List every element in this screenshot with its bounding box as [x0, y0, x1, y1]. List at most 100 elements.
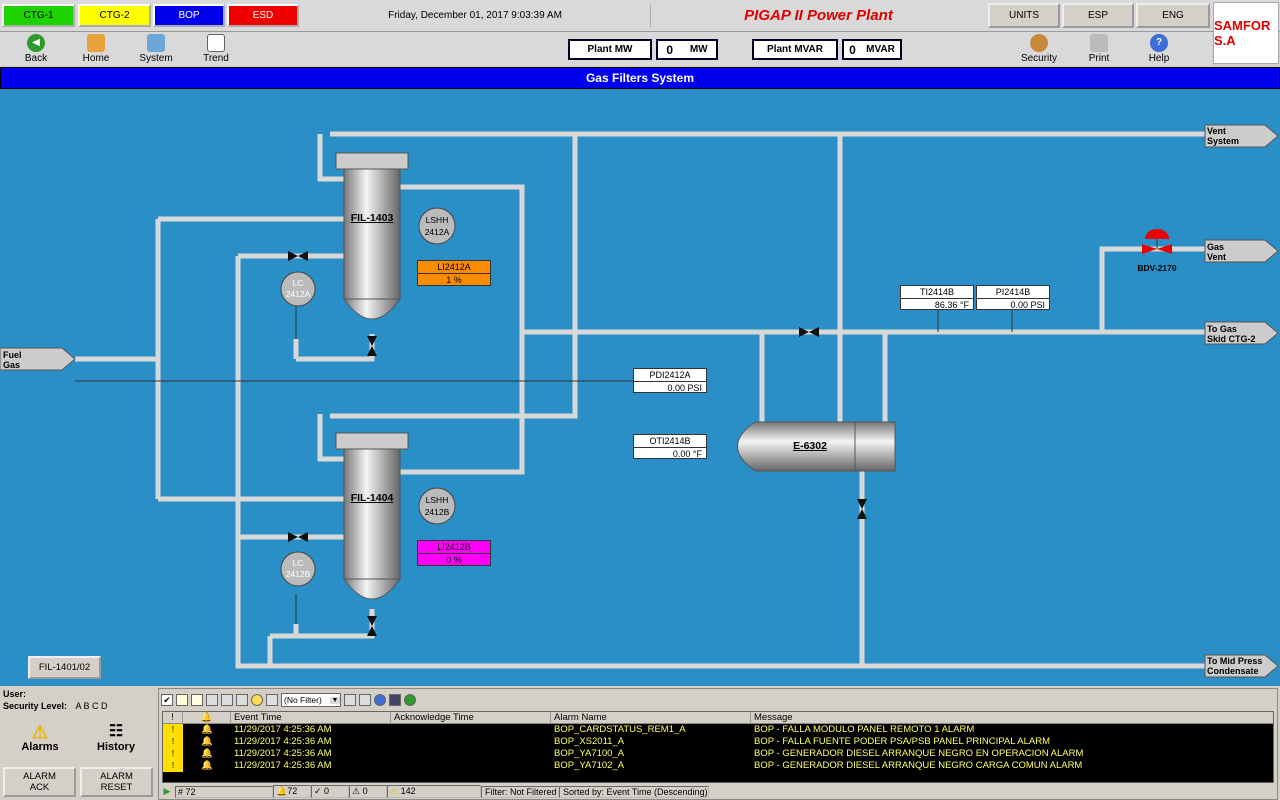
- li-a-tag: LI2412A: [418, 261, 490, 274]
- bell-icon: 🔔: [201, 724, 213, 735]
- info-icon[interactable]: [374, 694, 386, 706]
- lc-2412a[interactable]: LC 2412A: [281, 278, 315, 300]
- col-alarm-name[interactable]: Alarm Name: [551, 712, 751, 723]
- trend-icon: [207, 34, 225, 52]
- process-diagram: FIL-1403 FIL-1404 E-6302 LSHH 2412A LSHH…: [0, 89, 1280, 686]
- status-bell: 🔔72: [273, 785, 311, 798]
- alarm-rows: ! 🔔 11/29/2017 4:25:36 AM BOP_CARDSTATUS_RE…: [163, 724, 1273, 772]
- col-priority[interactable]: !: [163, 712, 183, 723]
- alarm-row[interactable]: ! 🔔 11/29/2017 4:25:36 AM BOP_YA7102_A BOP -…: [163, 760, 1273, 772]
- alarm-row[interactable]: ! 🔔 11/29/2017 4:25:36 AM BOP_CARDSTATUS_RE…: [163, 724, 1273, 736]
- units-button[interactable]: UNITS: [988, 3, 1060, 28]
- alarm-row[interactable]: ! 🔔 11/29/2017 4:25:36 AM BOP_XS2011_A BOP -…: [163, 736, 1273, 748]
- bdv-2170-label[interactable]: BDV-2170: [1132, 263, 1182, 273]
- esd-button[interactable]: ESD: [227, 4, 299, 27]
- ti-tag: TI2414B: [901, 286, 973, 299]
- shelve-icon[interactable]: [206, 694, 218, 706]
- fil1403-label[interactable]: FIL-1403: [344, 212, 400, 224]
- alarm-ack-button[interactable]: ALARM ACK: [3, 767, 76, 797]
- trend-label: Trend: [203, 53, 229, 64]
- gas-vent-tag[interactable]: Gas Vent: [1207, 242, 1226, 262]
- li2412b-indicator[interactable]: LI2412B 0 %: [417, 540, 491, 566]
- mid-line2: Condensate: [1207, 666, 1259, 676]
- col-ack-time[interactable]: Acknowledge Time: [391, 712, 551, 723]
- freeze-icon[interactable]: [221, 694, 233, 706]
- system-label: System: [139, 53, 173, 64]
- lc-2412b[interactable]: LC 2412B: [281, 558, 315, 580]
- tools-icon[interactable]: [359, 694, 371, 706]
- col-message[interactable]: Message: [751, 712, 1273, 723]
- vent-system-tag[interactable]: Vent System: [1207, 126, 1239, 146]
- ack-time: [391, 724, 551, 736]
- ctg1-button[interactable]: CTG-1: [2, 4, 75, 27]
- e6302-label[interactable]: E-6302: [780, 440, 840, 452]
- mid-press-tag[interactable]: To Mid Press Condensate: [1207, 656, 1262, 676]
- print-label: Print: [1088, 53, 1110, 64]
- alarm-name: BOP_YA7102_A: [554, 760, 625, 771]
- ctg2-button[interactable]: CTG-2: [78, 4, 151, 27]
- ack-check-icon[interactable]: ✔: [161, 694, 173, 706]
- eng-button[interactable]: ENG: [1136, 3, 1210, 28]
- oti2414b-indicator[interactable]: OTI2414B 0.00 °F: [633, 434, 707, 459]
- lshh-2412b[interactable]: LSHH 2412B: [419, 494, 455, 518]
- alarm-message: BOP - FALLA FUENTE PODER PSA/PSB PANEL P…: [754, 736, 1051, 747]
- ack-time: [391, 736, 551, 748]
- bell-icon: 🔔: [201, 760, 213, 771]
- screen-title: Gas Filters System: [0, 67, 1280, 89]
- printer-icon: [1090, 34, 1108, 52]
- pi2414b-indicator[interactable]: PI2414B 0.00 PSI: [976, 285, 1050, 310]
- trend-button[interactable]: Trend: [189, 34, 243, 64]
- col-event-time[interactable]: Event Time: [231, 712, 391, 723]
- query-icon[interactable]: [251, 694, 263, 706]
- company-logo: SAMFOR S.A: [1213, 2, 1279, 64]
- back-arrow-icon: ◀: [27, 34, 45, 52]
- home-button[interactable]: Home: [69, 34, 123, 64]
- history-icon: ☷: [108, 723, 124, 740]
- back-button[interactable]: ◀ Back: [9, 34, 63, 64]
- sort-icon[interactable]: [236, 694, 248, 706]
- status-count: # 72: [175, 785, 273, 798]
- save-icon[interactable]: [389, 694, 401, 706]
- ti2414b-indicator[interactable]: TI2414B 86.36 °F: [900, 285, 974, 310]
- li-b-tag: LI2412B: [418, 541, 490, 554]
- history-label: History: [97, 741, 135, 753]
- lshh-b-tag: LSHH: [425, 495, 449, 505]
- fil-1401-02-button[interactable]: FIL-1401/02: [28, 656, 101, 679]
- vent-line1: Vent: [1207, 126, 1227, 136]
- print-button[interactable]: Print: [1072, 34, 1126, 64]
- col-bell[interactable]: 🔔: [183, 712, 231, 723]
- fil1404-label[interactable]: FIL-1404: [344, 492, 400, 504]
- fuel-gas-tag[interactable]: Fuel Gas: [3, 350, 22, 370]
- li2412a-indicator[interactable]: LI2412A 1 %: [417, 260, 491, 286]
- to-gas-skid-tag[interactable]: To Gas Skid CTG-2: [1207, 324, 1256, 344]
- refresh-icon[interactable]: [404, 694, 416, 706]
- esp-button[interactable]: ESP: [1062, 3, 1134, 28]
- history-button[interactable]: ☷ History: [80, 723, 152, 761]
- lshh-2412a[interactable]: LSHH 2412A: [419, 214, 455, 238]
- alarm-message: BOP - FALLA MODULO PANEL REMOTO 1 ALARM: [754, 724, 975, 735]
- system-button[interactable]: System: [129, 34, 183, 64]
- system-icon: [147, 34, 165, 52]
- print-alarm-icon[interactable]: [266, 694, 278, 706]
- alarm-name: BOP_CARDSTATUS_REM1_A: [554, 724, 686, 735]
- ack-time: [391, 760, 551, 772]
- pdi2412a-indicator[interactable]: PDI2412A 0.00 PSI: [633, 368, 707, 393]
- pdi-tag: PDI2412A: [634, 369, 706, 382]
- status-bell-value: 72: [287, 786, 298, 796]
- alarm-name: BOP_YA7100_A: [554, 748, 625, 759]
- bop-button[interactable]: BOP: [153, 4, 225, 27]
- alarm-name: BOP_XS2011_A: [554, 736, 625, 747]
- help-button[interactable]: ? Help: [1132, 34, 1186, 64]
- ack-selected-icon[interactable]: [191, 694, 203, 706]
- filter-icon[interactable]: [344, 694, 356, 706]
- status-check: ✓ 0: [311, 785, 349, 798]
- ack-page-icon[interactable]: [176, 694, 188, 706]
- filter-select[interactable]: (No Filter) ▼: [281, 693, 341, 707]
- alarm-reset-button[interactable]: ALARM RESET: [80, 767, 153, 797]
- plant-mw-unit: MW: [689, 44, 708, 55]
- alarms-label: Alarms: [21, 741, 59, 753]
- alarms-button[interactable]: ⚠ Alarms: [4, 723, 76, 761]
- alarm-row[interactable]: ! 🔔 11/29/2017 4:25:36 AM BOP_YA7100_A BOP -…: [163, 748, 1273, 760]
- security-button[interactable]: Security: [1012, 34, 1066, 64]
- status-sorted: Sorted by: Event Time (Descending): [559, 785, 709, 798]
